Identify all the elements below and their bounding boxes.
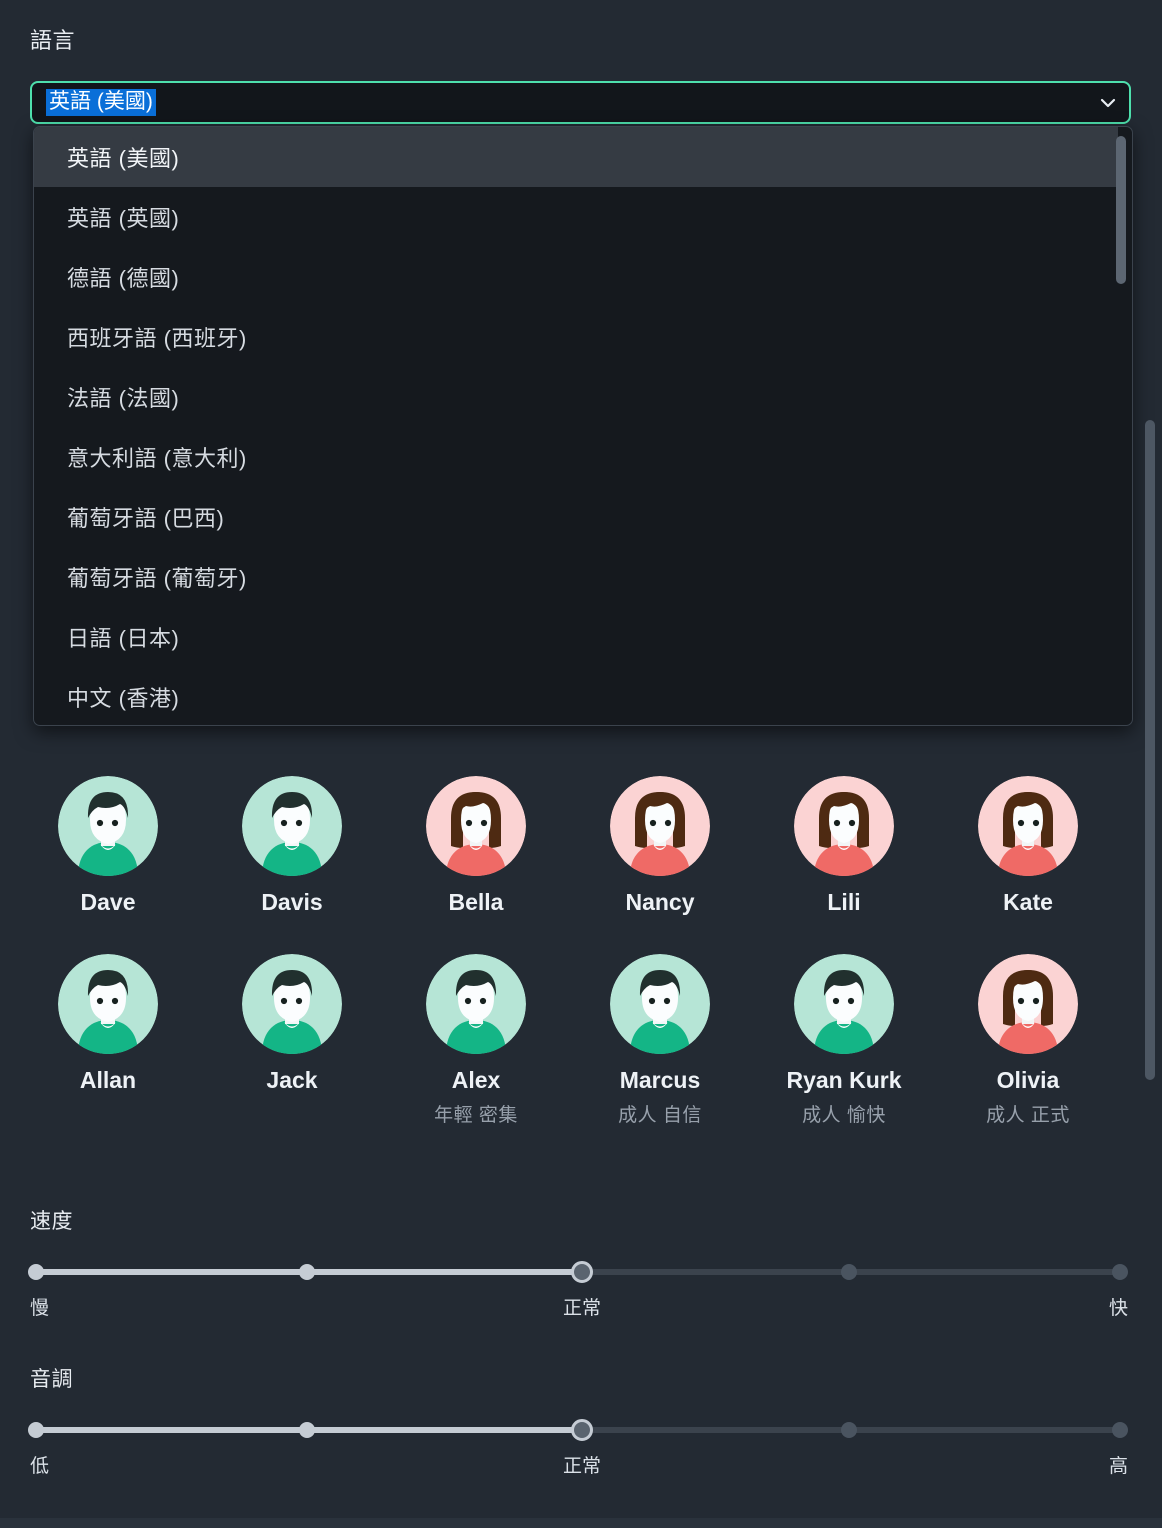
voice-option[interactable]: Jack: [200, 940, 384, 1127]
avatar-male-illustration: [242, 776, 342, 876]
voice-option[interactable]: Nancy: [568, 762, 752, 916]
language-label: 語言: [30, 28, 76, 53]
language-option[interactable]: 日語 (日本): [34, 607, 1118, 667]
voice-name: Kate: [1003, 889, 1053, 915]
pitch-min-label: 低: [30, 1456, 50, 1477]
voice-option[interactable]: Alex 年輕 密集: [384, 940, 568, 1127]
voice-name: Bella: [448, 889, 504, 915]
pitch-tick-2[interactable]: [299, 1422, 315, 1438]
voice-name: Dave: [80, 889, 136, 915]
speed-slider-labels: 慢 正常 快: [30, 1293, 1128, 1319]
avatar-male-illustration: [242, 954, 342, 1054]
voice-option[interactable]: Allan: [16, 940, 200, 1127]
language-dropdown-list[interactable]: 英語 (美國) 英語 (英國) 德語 (德國) 西班牙語 (西班牙) 法語 (法國) 意大…: [33, 126, 1133, 726]
speed-tick-1[interactable]: [28, 1264, 44, 1280]
pitch-tick-4[interactable]: [841, 1422, 857, 1438]
language-option[interactable]: 英語 (美國): [34, 127, 1118, 187]
language-option[interactable]: 西班牙語 (西班牙): [34, 307, 1118, 367]
avatar[interactable]: [426, 954, 526, 1054]
speed-tick-4[interactable]: [841, 1264, 857, 1280]
voice-attributes: 成人 正式: [986, 1105, 1070, 1126]
settings-panel: 語言 英語 (美國) 英語 (美國) 英語 (英國) 德語 (德國) 西班牙語 (西班…: [0, 0, 1162, 1528]
voice-row-2: Allan Jack Alex 年輕 密集 Marcus 成人 自信 Ryan …: [0, 940, 1140, 1127]
language-combobox[interactable]: 英語 (美國): [30, 81, 1131, 124]
speed-slider-thumb[interactable]: [571, 1261, 593, 1283]
voice-row-1: Dave Davis Bella Nancy Lili Kate: [0, 762, 1140, 916]
avatar[interactable]: [58, 776, 158, 876]
voice-name: Lili: [827, 889, 861, 915]
speed-max-label: 快: [1108, 1298, 1128, 1319]
language-option[interactable]: 中文 (香港): [34, 667, 1118, 725]
avatar[interactable]: [978, 776, 1078, 876]
avatar[interactable]: [242, 954, 342, 1054]
language-selected-value: 英語 (美國): [46, 88, 156, 117]
voice-option[interactable]: Marcus 成人 自信: [568, 940, 752, 1127]
language-option[interactable]: 英語 (英國): [34, 187, 1118, 247]
avatar-female-illustration: [426, 776, 526, 876]
speed-tick-2[interactable]: [299, 1264, 315, 1280]
avatar[interactable]: [794, 954, 894, 1054]
avatar[interactable]: [242, 776, 342, 876]
pitch-tick-5[interactable]: [1112, 1422, 1128, 1438]
pitch-slider[interactable]: [28, 1419, 1128, 1441]
avatar-male-illustration: [794, 954, 894, 1054]
language-option[interactable]: 意大利語 (意大利): [34, 427, 1118, 487]
avatar-male-illustration: [426, 954, 526, 1054]
page-scrollbar-thumb[interactable]: [1145, 420, 1155, 1080]
avatar[interactable]: [610, 954, 710, 1054]
avatar-female-illustration: [978, 954, 1078, 1054]
language-option[interactable]: 葡萄牙語 (巴西): [34, 487, 1118, 547]
voice-name: Allan: [79, 1067, 137, 1093]
chevron-down-icon[interactable]: [1097, 92, 1119, 114]
voice-option[interactable]: Olivia 成人 正式: [936, 940, 1120, 1127]
voice-option[interactable]: Bella: [384, 762, 568, 916]
speed-min-label: 慢: [30, 1298, 50, 1319]
voice-option[interactable]: Lili: [752, 762, 936, 916]
avatar-female-illustration: [978, 776, 1078, 876]
avatar[interactable]: [610, 776, 710, 876]
pitch-slider-labels: 低 正常 高: [30, 1451, 1128, 1477]
avatar[interactable]: [426, 776, 526, 876]
bottom-edge-strip: [0, 1518, 1162, 1528]
voice-name: Alex: [451, 1067, 501, 1093]
voice-attributes: 成人 自信: [618, 1105, 702, 1126]
voice-option[interactable]: Ryan Kurk 成人 愉快: [752, 940, 936, 1127]
pitch-label: 音調: [30, 1368, 73, 1391]
pitch-max-label: 高: [1108, 1456, 1128, 1477]
voice-option[interactable]: Dave: [16, 762, 200, 916]
speed-tick-5[interactable]: [1112, 1264, 1128, 1280]
avatar-male-illustration: [58, 954, 158, 1054]
speed-mid-label: 正常: [562, 1298, 602, 1319]
avatar-female-illustration: [610, 776, 710, 876]
avatar[interactable]: [978, 954, 1078, 1054]
avatar-male-illustration: [610, 954, 710, 1054]
language-option[interactable]: 葡萄牙語 (葡萄牙): [34, 547, 1118, 607]
voice-selector: Dave Davis Bella Nancy Lili Kate Allan J…: [0, 762, 1140, 1127]
avatar[interactable]: [58, 954, 158, 1054]
voice-name: Marcus: [619, 1067, 701, 1093]
voice-attributes: 成人 愉快: [802, 1105, 886, 1126]
voice-name: Davis: [261, 889, 323, 915]
voice-name: Nancy: [625, 889, 695, 915]
avatar-male-illustration: [58, 776, 158, 876]
pitch-slider-thumb[interactable]: [571, 1419, 593, 1441]
voice-option[interactable]: Kate: [936, 762, 1120, 916]
voice-name: Ryan Kurk: [786, 1067, 902, 1093]
speed-slider[interactable]: [28, 1261, 1128, 1283]
dropdown-scrollbar-thumb[interactable]: [1116, 136, 1126, 284]
voice-option[interactable]: Davis: [200, 762, 384, 916]
language-option-list: 英語 (美國) 英語 (英國) 德語 (德國) 西班牙語 (西班牙) 法語 (法國) 意大…: [34, 127, 1118, 725]
voice-name: Jack: [266, 1067, 318, 1093]
voice-attributes: 年輕 密集: [434, 1105, 518, 1126]
speed-label: 速度: [30, 1210, 73, 1233]
language-option[interactable]: 德語 (德國): [34, 247, 1118, 307]
pitch-mid-label: 正常: [562, 1456, 602, 1477]
voice-name: Olivia: [996, 1067, 1060, 1093]
avatar-female-illustration: [794, 776, 894, 876]
avatar[interactable]: [794, 776, 894, 876]
language-option[interactable]: 法語 (法國): [34, 367, 1118, 427]
dropdown-scrollbar-track[interactable]: [1116, 131, 1129, 723]
pitch-tick-1[interactable]: [28, 1422, 44, 1438]
